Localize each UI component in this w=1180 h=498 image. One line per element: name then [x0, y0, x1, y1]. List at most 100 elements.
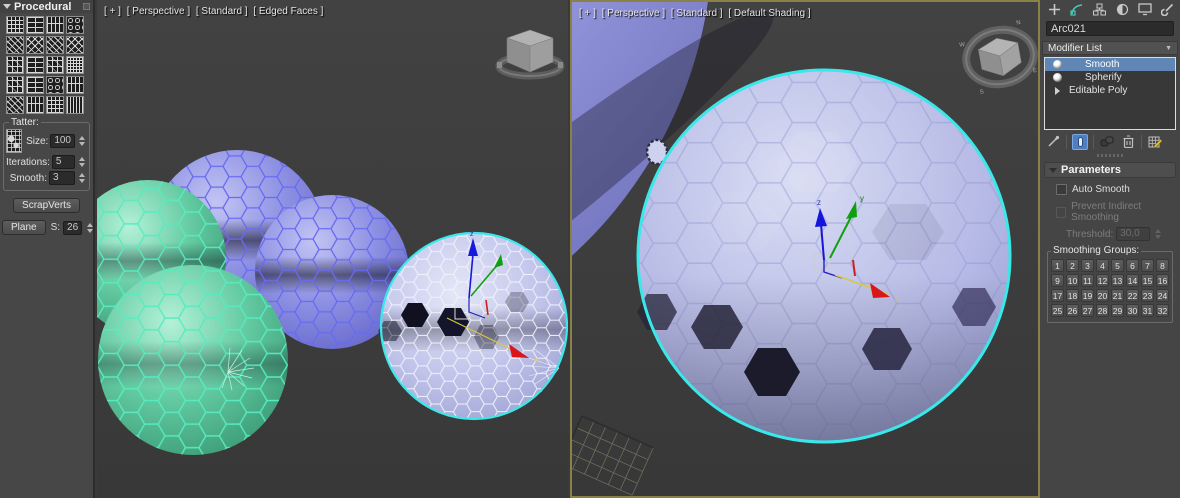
pattern-thumbnail[interactable]: [26, 36, 44, 54]
smoothing-group-button[interactable]: 22: [1126, 289, 1139, 302]
viewport-menu-shading[interactable]: [ Default Shading ]: [728, 8, 810, 19]
smoothing-group-button[interactable]: 24: [1156, 289, 1169, 302]
smoothing-group-button[interactable]: 10: [1066, 274, 1079, 287]
pattern-thumbnail[interactable]: [66, 56, 84, 74]
configure-modifier-sets-icon[interactable]: [1147, 134, 1163, 150]
viewport-menu-renderer[interactable]: [ Standard ]: [671, 8, 723, 19]
smoothing-group-button[interactable]: 29: [1111, 304, 1124, 317]
smoothing-group-button[interactable]: 30: [1126, 304, 1139, 317]
sphere-teal-front[interactable]: [98, 265, 288, 455]
scrapverts-button[interactable]: ScrapVerts: [13, 198, 80, 213]
modify-tab-icon[interactable]: [1070, 2, 1084, 17]
smoothing-group-button[interactable]: 18: [1066, 289, 1079, 302]
viewport-menu-pov[interactable]: [ Perspective ]: [127, 6, 190, 17]
size-spinner[interactable]: [77, 135, 87, 147]
smoothing-group-button[interactable]: 28: [1096, 304, 1109, 317]
plane-button[interactable]: Plane: [2, 220, 46, 235]
pattern-thumbnail[interactable]: [46, 16, 64, 34]
make-unique-icon[interactable]: [1099, 134, 1115, 150]
object-name-field[interactable]: [1046, 21, 1174, 36]
viewport-left-scene[interactable]: z x: [97, 0, 568, 498]
smoothing-group-button[interactable]: 17: [1051, 289, 1064, 302]
modifier-stack-row-smooth[interactable]: Smooth: [1045, 58, 1175, 71]
smoothing-group-button[interactable]: 2: [1066, 259, 1079, 272]
tatter-pattern-thumbnail[interactable]: [6, 129, 23, 153]
motion-tab-icon[interactable]: [1116, 2, 1129, 17]
viewport-menu-renderer[interactable]: [ Standard ]: [196, 6, 248, 17]
expand-arrow-icon[interactable]: [1045, 86, 1069, 95]
s-field[interactable]: 26: [63, 220, 83, 235]
smoothing-group-button[interactable]: 12: [1096, 274, 1109, 287]
remove-modifier-icon[interactable]: [1120, 134, 1136, 150]
smooth-spinner[interactable]: [77, 172, 87, 184]
procedural-rollout-header[interactable]: Procedural: [0, 0, 93, 13]
visibility-icon[interactable]: [1045, 73, 1069, 82]
visibility-icon[interactable]: [1045, 60, 1069, 69]
iterations-spinner[interactable]: [77, 156, 87, 168]
pattern-thumbnail[interactable]: [66, 76, 84, 94]
pattern-thumbnail[interactable]: [26, 76, 44, 94]
viewport-right-scene[interactable]: z y x NWSE: [572, 2, 1038, 496]
smoothing-group-button[interactable]: 32: [1156, 304, 1169, 317]
pattern-thumbnail[interactable]: [46, 76, 64, 94]
pattern-thumbnail[interactable]: [46, 96, 64, 114]
smoothing-group-button[interactable]: 25: [1051, 304, 1064, 317]
viewport-right[interactable]: z y x N W S E [+] [Perspective] [St…: [570, 0, 1040, 498]
smoothing-group-button[interactable]: 14: [1126, 274, 1139, 287]
prevent-indirect-smoothing-checkbox[interactable]: [1056, 206, 1067, 218]
smoothing-group-button[interactable]: 26: [1066, 304, 1079, 317]
hierarchy-tab-icon[interactable]: [1093, 2, 1107, 17]
panel-splitter[interactable]: [1040, 152, 1180, 158]
pattern-thumbnail[interactable]: [46, 36, 64, 54]
smoothing-group-button[interactable]: 11: [1081, 274, 1094, 287]
pattern-thumbnail[interactable]: [66, 96, 84, 114]
smoothing-group-button[interactable]: 21: [1111, 289, 1124, 302]
smoothing-group-button[interactable]: 9: [1051, 274, 1064, 287]
smoothing-group-button[interactable]: 20: [1096, 289, 1109, 302]
smoothing-group-button[interactable]: 15: [1141, 274, 1154, 287]
size-field[interactable]: 100: [50, 134, 75, 148]
viewport-menu-shading[interactable]: [ Edged Faces ]: [253, 6, 323, 17]
smoothing-group-button[interactable]: 31: [1141, 304, 1154, 317]
pattern-thumbnail[interactable]: [26, 56, 44, 74]
viewcube[interactable]: N W S E: [957, 19, 1038, 98]
show-end-result-icon[interactable]: [1072, 133, 1088, 150]
pattern-thumbnail[interactable]: [6, 16, 24, 34]
smoothing-group-button[interactable]: 16: [1156, 274, 1169, 287]
pattern-thumbnail[interactable]: [26, 16, 44, 34]
pin-stack-icon[interactable]: [1045, 134, 1061, 150]
viewcube[interactable]: [495, 29, 565, 80]
smoothing-group-button[interactable]: 13: [1111, 274, 1124, 287]
smoothing-group-button[interactable]: 6: [1126, 259, 1139, 272]
pattern-thumbnail[interactable]: [66, 16, 84, 34]
smoothing-group-button[interactable]: 4: [1096, 259, 1109, 272]
panel-menu-icon[interactable]: [83, 3, 90, 10]
s-spinner[interactable]: [85, 222, 95, 234]
create-tab-icon[interactable]: [1048, 2, 1061, 17]
modifier-stack-row-spherify[interactable]: Spherify: [1045, 71, 1175, 84]
smoothing-group-button[interactable]: 3: [1081, 259, 1094, 272]
smoothing-group-button[interactable]: 7: [1141, 259, 1154, 272]
smoothing-group-button[interactable]: 8: [1156, 259, 1169, 272]
pattern-thumbnail[interactable]: [6, 56, 24, 74]
display-tab-icon[interactable]: [1138, 2, 1152, 17]
modifier-stack-row-editable-poly[interactable]: Editable Poly: [1045, 84, 1175, 97]
smoothing-group-button[interactable]: 19: [1081, 289, 1094, 302]
pattern-thumbnail[interactable]: [26, 96, 44, 114]
parameters-rollout-header[interactable]: Parameters: [1044, 162, 1176, 178]
iterations-field[interactable]: 5: [51, 155, 75, 169]
smoothing-group-button[interactable]: 23: [1141, 289, 1154, 302]
smooth-field[interactable]: 3: [49, 171, 75, 185]
pattern-thumbnail[interactable]: [6, 76, 24, 94]
pattern-thumbnail[interactable]: [6, 36, 24, 54]
viewport-left[interactable]: z x [ + ] [ Perspective ] [Standard] […: [97, 0, 568, 498]
smoothing-group-button[interactable]: 1: [1051, 259, 1064, 272]
smoothing-group-button[interactable]: 5: [1111, 259, 1124, 272]
auto-smooth-checkbox[interactable]: [1056, 184, 1067, 195]
viewport-menu-general[interactable]: [ + ]: [104, 6, 121, 17]
pattern-thumbnail[interactable]: [66, 36, 84, 54]
threshold-spinner[interactable]: [1153, 228, 1163, 240]
viewport-menu-general[interactable]: [ + ]: [579, 8, 596, 19]
viewport-menu-pov[interactable]: [ Perspective ]: [602, 8, 665, 19]
smoothing-group-button[interactable]: 27: [1081, 304, 1094, 317]
